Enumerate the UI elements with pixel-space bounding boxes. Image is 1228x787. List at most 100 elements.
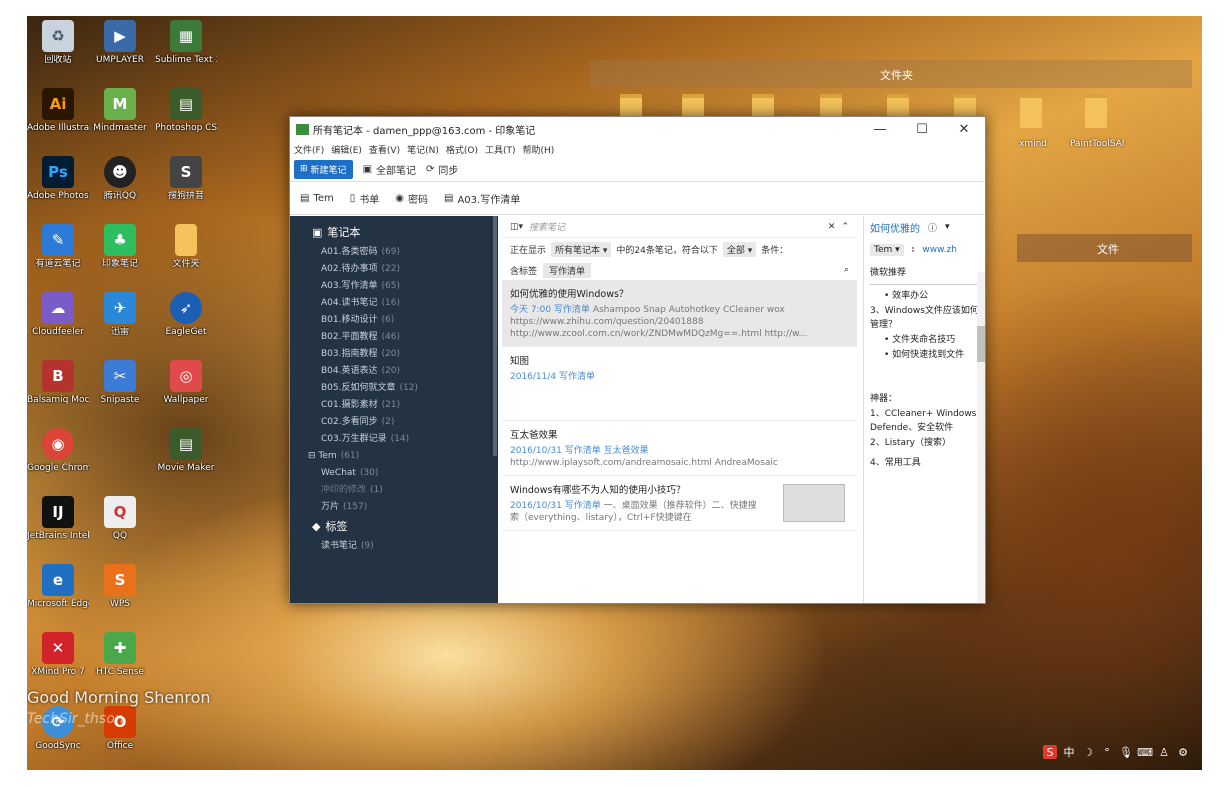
desktop-icon-umplayer[interactable]: ▶ UMPLAYER <box>89 20 151 66</box>
sidebar-stack-tem[interactable]: ⊟ Tem (61) <box>290 448 498 465</box>
eagleget-icon: ➶ <box>170 292 202 324</box>
shortcut-writing-list[interactable]: ▤ A03.写作清单 <box>444 191 520 206</box>
desktop-icon-xunlei[interactable]: ✈ 迅雷 <box>89 292 151 338</box>
tag-filter-chip[interactable]: 写作清单 <box>543 262 592 278</box>
note-title-field[interactable]: 如何优雅的 <box>870 220 920 235</box>
search-input[interactable]: 搜索笔记 <box>529 220 822 233</box>
minimize-icon[interactable]: — <box>859 122 901 137</box>
sidebar-notebook-item[interactable]: C03.万生群记录 (14) <box>290 431 498 448</box>
desktop-folder-icon[interactable] <box>1085 94 1107 128</box>
desktop-icon-pscs6[interactable]: ▤ Photoshop CS6 <box>155 88 217 134</box>
desktop-icon-chrome[interactable]: ◉Google Chrome <box>27 428 89 474</box>
desktop-icon-cloudfeeler[interactable]: ☁ Cloudfeeler <box>27 292 89 338</box>
search-icon[interactable]: ⌕ <box>844 265 849 275</box>
desktop-folder-icon[interactable] <box>1020 94 1042 128</box>
sublime-icon: ▦ <box>170 20 202 52</box>
desktop-icon-mindmaster[interactable]: M Mindmaster <box>89 88 151 134</box>
notebooks-header[interactable]: ▣ 笔记本 <box>290 216 498 244</box>
folder-icon <box>175 224 197 256</box>
attachment-icon[interactable]: ⦂ <box>912 245 915 255</box>
shortcut-password[interactable]: ◉ 密码 <box>395 191 428 206</box>
tags-header[interactable]: ◆ 标签 <box>290 516 498 538</box>
new-note-button[interactable]: ⊞ 新建笔记 <box>294 159 353 179</box>
desktop-icon-xmind[interactable]: ✕ XMind Pro 7 <box>27 632 89 678</box>
maximize-icon[interactable]: ☐ <box>901 122 943 137</box>
menu-help[interactable]: 帮助(H) <box>523 143 555 156</box>
notebook-selector[interactable]: Tem ▾ <box>870 244 904 256</box>
new-note-icon: ⊞ <box>300 164 308 174</box>
chinese-mode-icon[interactable]: 中 <box>1062 745 1076 759</box>
desktop-icon-edge[interactable]: e Microsoft Edge <box>27 564 89 610</box>
desktop-icon-snipaste[interactable]: ✂ Snipaste <box>89 360 151 406</box>
sidebar-notebook-item[interactable]: C02.多看同步 (2) <box>290 414 498 431</box>
folder-label-painttoolsai: PaintToolSAI <box>1070 139 1125 149</box>
settings-icon[interactable]: ⚙ <box>1176 745 1190 759</box>
sidebar-notebook-item[interactable]: B04.英语表达 (20) <box>290 363 498 380</box>
desktop-icon-sublime[interactable]: ▦ Sublime Text 3 <box>155 20 217 66</box>
desktop-icon-jetbrains[interactable]: IJJetBrains IntelliJ <box>27 496 89 542</box>
sidebar-notebook-item[interactable]: A04.读书笔记 (16) <box>290 295 498 312</box>
desktop-icon-htc[interactable]: ✚ HTC Sense <box>89 632 151 678</box>
sidebar-notebook-item[interactable]: 万片 (157) <box>290 499 498 516</box>
desktop-icon-recycle-bin[interactable]: ♻ 回收站 <box>27 20 89 66</box>
sidebar-tag-item[interactable]: 读书笔记 (9) <box>290 538 498 555</box>
note-list-item[interactable]: 如何优雅的使用Windows？ 今天 7:00 写作清单 Ashampoo Sn… <box>502 280 857 347</box>
menu-edit[interactable]: 编辑(E) <box>331 143 362 156</box>
note-list-item[interactable]: Windows有哪些不为人知的使用小技巧？ 2016/10/31 写作清单 一、… <box>502 476 857 531</box>
desktop-icon-sogou[interactable]: S 搜狗拼音 <box>155 156 217 202</box>
desktop-icon-moviemaker[interactable]: ▤ Movie Maker <box>155 428 217 474</box>
sidebar-notebook-item[interactable]: B02.平面教程 (46) <box>290 329 498 346</box>
shortcut-tem[interactable]: ▤ Tem <box>300 193 334 204</box>
sidebar-notebook-item[interactable]: WeChat (30) <box>290 465 498 482</box>
moon-icon[interactable]: ☽ <box>1081 745 1095 759</box>
sidebar-notebook-item[interactable]: 冲印的修改 (1) <box>290 482 498 499</box>
sidebar-notebook-item[interactable]: B05.反如何就文章 (12) <box>290 380 498 397</box>
menu-format[interactable]: 格式(O) <box>446 143 478 156</box>
desktop-icon-illustrator[interactable]: AiAdobe Illustrator <box>27 88 89 134</box>
desktop-icon-balsamiq[interactable]: BBalsamiq Mockups <box>27 360 89 406</box>
desktop-icon-folder[interactable]: 文件夹 <box>155 224 217 270</box>
clear-search-icon[interactable]: ✕ <box>828 222 836 232</box>
view-toggle-icon[interactable]: ◫▾ <box>510 222 523 232</box>
sidebar-notebook-item[interactable]: B01.移动设计 (6) <box>290 312 498 329</box>
menu-note[interactable]: 笔记(N) <box>407 143 439 156</box>
close-icon[interactable]: ✕ <box>943 122 985 137</box>
sidebar-notebook-item[interactable]: C01.摄影素材 (21) <box>290 397 498 414</box>
sync-button[interactable]: ⟳ 同步 <box>426 162 458 177</box>
menu-file[interactable]: 文件(F) <box>294 143 324 156</box>
sogou-ime-icon[interactable]: S <box>1043 745 1057 759</box>
notebook-filter-dropdown[interactable]: 所有笔记本 ▾ <box>551 241 612 257</box>
skin-icon[interactable]: ♙ <box>1157 745 1171 759</box>
desktop-icon-qq[interactable]: ☻ 腾讯QQ <box>89 156 151 202</box>
scroll-thumb[interactable] <box>977 326 985 362</box>
match-all-dropdown[interactable]: 全部 ▾ <box>722 241 757 257</box>
desktop-icon-wallpaper[interactable]: ◎ Wallpaper <box>155 360 217 406</box>
editor-body[interactable]: 微软推荐 • 效率办公 3、Windows文件应该如何管理？ • 文件夹命名技巧… <box>864 262 985 475</box>
more-options-icon[interactable]: ▾ <box>945 222 950 232</box>
desktop-icon-photoshop[interactable]: PsAdobe Photoshop <box>27 156 89 202</box>
info-icon[interactable]: ⓘ <box>928 221 937 234</box>
sidebar-notebook-item[interactable]: A01.各类密码 (69) <box>290 244 498 261</box>
source-url[interactable]: www.zh <box>922 245 957 255</box>
note-list-item[interactable]: 知图 2016/11/4 写作清单 <box>502 347 857 421</box>
editor-scrollbar[interactable] <box>977 272 985 603</box>
desktop-icon-note[interactable]: ✎ 有道云笔记 <box>27 224 89 270</box>
menu-tools[interactable]: 工具(T) <box>485 143 516 156</box>
htc-icon: ✚ <box>104 632 136 664</box>
collapse-icon[interactable]: ⌃ <box>841 222 849 232</box>
all-notes-button[interactable]: ▣ 全部笔记 <box>363 162 416 177</box>
desktop-icon-wps[interactable]: S WPS <box>89 564 151 610</box>
sidebar-scrollbar[interactable] <box>493 216 497 456</box>
sidebar-notebook-item[interactable]: A03.写作清单 (65) <box>290 278 498 295</box>
desktop-icon-evernote[interactable]: ♣ 印象笔记 <box>89 224 151 270</box>
note-list-item[interactable]: 互太爸效果 2016/10/31 写作清单 互太爸效果 http://www.ip… <box>502 421 857 476</box>
microphone-icon[interactable]: 🎙 <box>1119 745 1133 759</box>
desktop-icon-eagleget[interactable]: ➶ EagleGet <box>155 292 217 338</box>
desktop-icon-qq2[interactable]: Q QQ <box>89 496 151 542</box>
sidebar-notebook-item[interactable]: B03.指南教程 (20) <box>290 346 498 363</box>
keyboard-icon[interactable]: ⌨ <box>1137 745 1153 759</box>
sidebar-notebook-item[interactable]: A02.待办事项 (22) <box>290 261 498 278</box>
menu-view[interactable]: 查看(V) <box>369 143 400 156</box>
punctuation-icon[interactable]: ° <box>1100 745 1114 759</box>
shortcut-booklist[interactable]: ▯ 书单 <box>350 191 380 206</box>
